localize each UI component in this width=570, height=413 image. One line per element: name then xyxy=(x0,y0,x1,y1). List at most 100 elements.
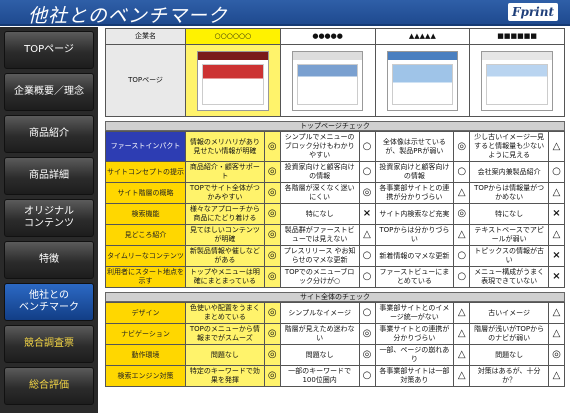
company-4-rating: × xyxy=(548,266,565,288)
company-3-comment: 各事業部サイトとの連携が分かりづらい xyxy=(374,182,455,204)
company-3-rating: △ xyxy=(453,323,471,345)
company-1-comment: 商品紹介・顧客サポート xyxy=(185,161,265,183)
sidebar-item-label: 特徴 xyxy=(39,254,59,265)
sidebar-item-label: 商品詳細 xyxy=(29,170,69,181)
company-2-rating: ○ xyxy=(358,302,376,324)
company-2-comment: 投資家向けと顧客向けの情報 xyxy=(279,161,360,183)
company-1-rating: ◎ xyxy=(263,131,281,162)
company-2-comment: プレスリリース やお知らせのマメな更新 xyxy=(279,245,360,267)
company-2-rating: ○ xyxy=(358,131,376,162)
company-3-name: ▲▲▲▲▲ xyxy=(374,28,471,45)
company-4-comment: 古いイメージ xyxy=(469,302,549,324)
check-row: ファーストインパクト 情報のメリハリがあり見せたい情報が明確 ◎ シンプルでメニューの… xyxy=(105,131,565,162)
company-4-comment: 階層が浅いがTOPからのナビが弱い xyxy=(469,323,549,345)
section-top-page-check: トップページチェック xyxy=(105,121,565,131)
screenshot-thumbnail xyxy=(481,50,553,111)
check-row-label: ナビゲーション xyxy=(105,323,186,345)
check-row: 検索機能 様々なアプローチから商品にたどり着ける ◎ 特になし × サイト内検索など充実 ◎… xyxy=(105,203,565,225)
company-3-comment: 全体像は示せているが、製品PRが弱い xyxy=(374,131,455,162)
company-4-rating: × xyxy=(548,203,565,225)
company-3-rating: △ xyxy=(453,224,471,246)
company-4-name: ■■■■■■ xyxy=(469,28,565,45)
screenshot-thumbnail xyxy=(291,50,364,111)
company-3-comment: 一部、ページの崩れあり xyxy=(374,344,455,366)
company-1-rating: ◎ xyxy=(263,245,281,267)
company-2-rating: ○ xyxy=(358,161,376,183)
sidebar-item-label: 総合評価 xyxy=(29,380,69,391)
company-2-rating: × xyxy=(358,203,376,225)
company-4-rating: △ xyxy=(548,182,565,204)
company-2-rating: ○ xyxy=(358,245,376,267)
screenshot-thumbnail xyxy=(197,50,269,111)
company-4-rating: △ xyxy=(548,365,565,387)
company-2-comment: 問題なし xyxy=(279,344,360,366)
sidebar-item-label: 企業概要／理念 xyxy=(14,86,84,97)
company-label: 企業名 xyxy=(105,28,186,45)
company-3-comment: 新着情報のマメな更新 xyxy=(374,245,455,267)
company-1-comment: 情報のメリハリがあり見せたい情報が明確 xyxy=(185,131,265,162)
company-name-row: 企業名 ○○○○○○ ●●●●● ▲▲▲▲▲ ■■■■■■ xyxy=(105,28,565,45)
company-1-rating: ◎ xyxy=(263,365,281,387)
top-page-check-table: ファーストインパクト 情報のメリハリがあり見せたい情報が明確 ◎ シンプルでメニューの… xyxy=(105,131,565,288)
company-4-rating: △ xyxy=(548,302,565,324)
top-page-row: TOPページ xyxy=(105,44,565,117)
company-3-rating: △ xyxy=(453,344,471,366)
company-2-comment: 特になし xyxy=(279,203,360,225)
company-3-rating: ◎ xyxy=(453,203,471,225)
company-4-rating: △ xyxy=(548,323,565,345)
company-1-comment: 見てほしいコンテンツが明確 xyxy=(185,224,265,246)
check-row-label: タイムリーなコンテンツ xyxy=(105,245,186,267)
company-1-comment: TOPのメニューから情報までがスムーズ xyxy=(185,323,265,345)
company-1-comment: 様々なアプローチから商品にたどり着ける xyxy=(185,203,265,225)
sidebar-item-5[interactable]: オリジナル コンテンツ xyxy=(4,199,94,237)
company-2-rating: ◎ xyxy=(358,323,376,345)
company-1-rating: ◎ xyxy=(263,344,281,366)
sidebar-item-7[interactable]: 他社との ベンチマーク xyxy=(4,283,94,321)
company-4-comment: 対策はあるが、十分か？ xyxy=(469,365,549,387)
company-3-comment: 投資家向けと顧客向けの情報 xyxy=(374,161,455,183)
company-4-comment: トピックスの情報が古い xyxy=(469,245,549,267)
company-4-rating: × xyxy=(548,245,565,267)
sidebar-item-9[interactable]: 総合評価 xyxy=(4,367,94,405)
company-4-comment: 少し古いイメージ一見すると情報量も少ないように見える xyxy=(469,131,549,162)
company-2-comment: 一部のキーワードで100位圏内 xyxy=(279,365,360,387)
company-3-rating: ○ xyxy=(453,266,471,288)
company-4-rating: △ xyxy=(548,131,565,162)
company-2-comment: 階層が見えため迷わない xyxy=(279,323,360,345)
sidebar-item-3[interactable]: 商品紹介 xyxy=(4,115,94,153)
company-1-rating: ◎ xyxy=(263,266,281,288)
check-row: サイト階層の概略 TOPでサイト全体がつかみやすい ◎ 各階層が深くなく迷いにくい ◎ 各… xyxy=(105,182,565,204)
screenshot-thumbnail xyxy=(386,50,459,111)
company-1-rating: ◎ xyxy=(263,224,281,246)
brand-logo: Fprint xyxy=(507,3,558,21)
check-row-label: 検索エンジン対策 xyxy=(105,365,186,387)
sidebar-item-2[interactable]: 企業概要／理念 xyxy=(4,73,94,111)
page-title: 他社とのベンチマーク xyxy=(28,5,228,27)
company-2-comment: 各階層が深くなく迷いにくい xyxy=(279,182,360,204)
check-row-label: 利用者にスタート地点を示す xyxy=(105,266,186,288)
sidebar-item-1[interactable]: TOPページ xyxy=(4,31,94,69)
company-4-comment: 特になし xyxy=(469,203,549,225)
company-2-rating: ◎ xyxy=(358,344,376,366)
company-3-screenshot xyxy=(374,44,471,117)
sidebar-item-4[interactable]: 商品詳細 xyxy=(4,157,94,195)
company-2-rating: ○ xyxy=(358,365,376,387)
company-3-rating: ◎ xyxy=(453,131,471,162)
company-2-rating: ◎ xyxy=(358,182,376,204)
check-row-label: 動作環境 xyxy=(105,344,186,366)
company-3-rating: ○ xyxy=(453,161,471,183)
sidebar-item-6[interactable]: 特徴 xyxy=(4,241,94,279)
company-1-rating: ◎ xyxy=(263,203,281,225)
check-row: タイムリーなコンテンツ 新製品情報や催しなどがある ◎ プレスリリース やお知らせのマ… xyxy=(105,245,565,267)
sidebar-item-8[interactable]: 競合調査票 xyxy=(4,325,94,363)
company-1-rating: ◎ xyxy=(263,161,281,183)
company-2-comment: シンプルでメニューのブロック分けもわかりやすい xyxy=(279,131,360,162)
check-row: サイトコンセプトの提示 商品紹介・顧客サポート ◎ 投資家向けと顧客向けの情報 ○ 投資家… xyxy=(105,161,565,183)
company-4-rating: ○ xyxy=(548,161,565,183)
company-3-comment: 各事業部サイトは一部対策あり xyxy=(374,365,455,387)
company-3-rating: ○ xyxy=(453,245,471,267)
company-3-comment: TOPからは分かりづらい xyxy=(374,224,455,246)
company-4-comment: 会社案内兼製品紹介 xyxy=(469,161,549,183)
site-check-table: デザイン 色使いや配置をうまくまとめている ◎ シンプルなイメージ ○ 事業部サイトとのイ… xyxy=(105,302,565,387)
company-2-rating: ○ xyxy=(358,266,376,288)
